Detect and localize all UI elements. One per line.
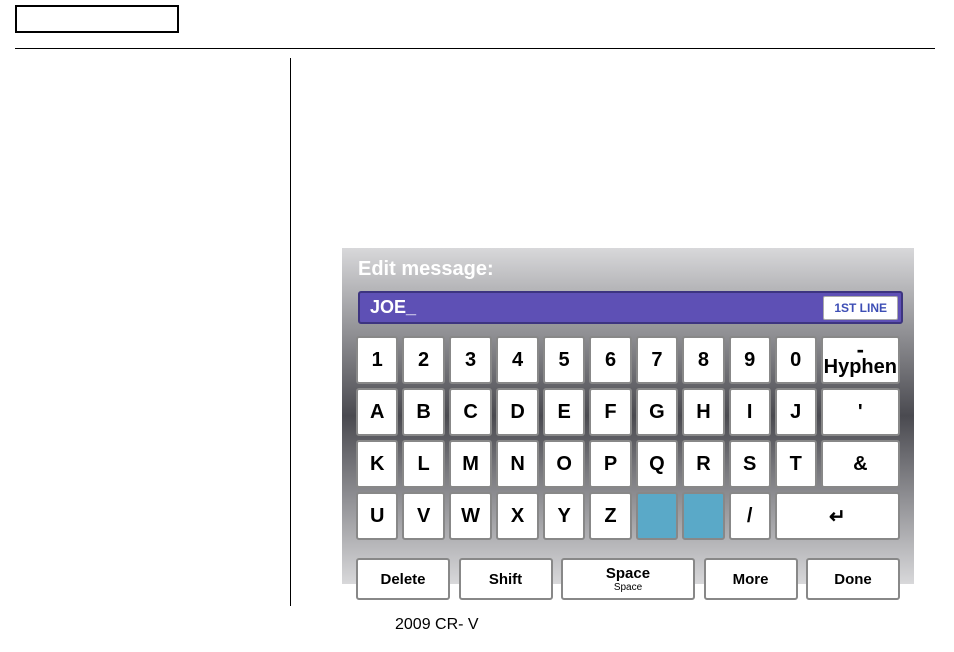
bottom-row: Delete Shift Space Space More Done bbox=[342, 552, 914, 606]
key-t[interactable]: T bbox=[775, 440, 817, 488]
key-m[interactable]: M bbox=[449, 440, 493, 488]
key-5[interactable]: 5 bbox=[543, 336, 586, 384]
key-f[interactable]: F bbox=[589, 388, 631, 436]
key-1[interactable]: 1 bbox=[356, 336, 398, 384]
key-o[interactable]: O bbox=[543, 440, 586, 488]
input-row: JOE_ 1ST LINE bbox=[342, 291, 914, 324]
key-4[interactable]: 4 bbox=[496, 336, 538, 384]
key-8[interactable]: 8 bbox=[682, 336, 724, 384]
key-q[interactable]: Q bbox=[636, 440, 679, 488]
key-hyphen[interactable]: - Hyphen bbox=[821, 336, 900, 384]
key-slash[interactable]: / bbox=[729, 492, 771, 540]
space-sublabel: Space bbox=[563, 582, 693, 593]
key-3[interactable]: 3 bbox=[449, 336, 493, 384]
space-label: Space bbox=[563, 565, 693, 582]
key-y[interactable]: Y bbox=[543, 492, 586, 540]
key-blank-2[interactable] bbox=[682, 492, 724, 540]
key-l[interactable]: L bbox=[402, 440, 444, 488]
key-6[interactable]: 6 bbox=[589, 336, 631, 384]
key-n[interactable]: N bbox=[496, 440, 538, 488]
key-p[interactable]: P bbox=[589, 440, 631, 488]
more-button[interactable]: More bbox=[704, 558, 798, 600]
key-g[interactable]: G bbox=[636, 388, 679, 436]
key-z[interactable]: Z bbox=[589, 492, 631, 540]
line-badge[interactable]: 1ST LINE bbox=[823, 296, 898, 320]
top-empty-box bbox=[15, 5, 179, 33]
key-x[interactable]: X bbox=[496, 492, 538, 540]
horizontal-divider bbox=[15, 48, 935, 49]
key-b[interactable]: B bbox=[402, 388, 444, 436]
key-h[interactable]: H bbox=[682, 388, 724, 436]
space-button[interactable]: Space Space bbox=[561, 558, 695, 600]
key-i[interactable]: I bbox=[729, 388, 771, 436]
done-button[interactable]: Done bbox=[806, 558, 900, 600]
key-u[interactable]: U bbox=[356, 492, 398, 540]
key-ampersand[interactable]: & bbox=[821, 440, 900, 488]
key-apostrophe[interactable]: ' bbox=[821, 388, 900, 436]
key-c[interactable]: C bbox=[449, 388, 493, 436]
keyboard-panel: Edit message: JOE_ 1ST LINE 1 2 3 4 5 6 … bbox=[342, 248, 914, 584]
key-r[interactable]: R bbox=[682, 440, 724, 488]
key-k[interactable]: K bbox=[356, 440, 398, 488]
key-7[interactable]: 7 bbox=[636, 336, 679, 384]
edit-message-title: Edit message: bbox=[342, 248, 914, 291]
key-blank-1[interactable] bbox=[636, 492, 679, 540]
key-w[interactable]: W bbox=[449, 492, 493, 540]
message-input[interactable]: JOE_ bbox=[358, 291, 903, 324]
key-j[interactable]: J bbox=[775, 388, 817, 436]
key-2[interactable]: 2 bbox=[402, 336, 444, 384]
hyphen-label: Hyphen bbox=[824, 356, 897, 378]
footer-text: 2009 CR- V bbox=[395, 616, 479, 634]
key-grid: 1 2 3 4 5 6 7 8 9 0 - Hyphen A B C D E F… bbox=[352, 332, 904, 544]
key-enter[interactable]: ↵ bbox=[775, 492, 900, 540]
key-v[interactable]: V bbox=[402, 492, 444, 540]
key-s[interactable]: S bbox=[729, 440, 771, 488]
vertical-divider bbox=[290, 58, 291, 606]
key-d[interactable]: D bbox=[496, 388, 538, 436]
key-a[interactable]: A bbox=[356, 388, 398, 436]
key-9[interactable]: 9 bbox=[729, 336, 771, 384]
key-0[interactable]: 0 bbox=[775, 336, 817, 384]
delete-button[interactable]: Delete bbox=[356, 558, 450, 600]
key-e[interactable]: E bbox=[543, 388, 586, 436]
shift-button[interactable]: Shift bbox=[459, 558, 553, 600]
